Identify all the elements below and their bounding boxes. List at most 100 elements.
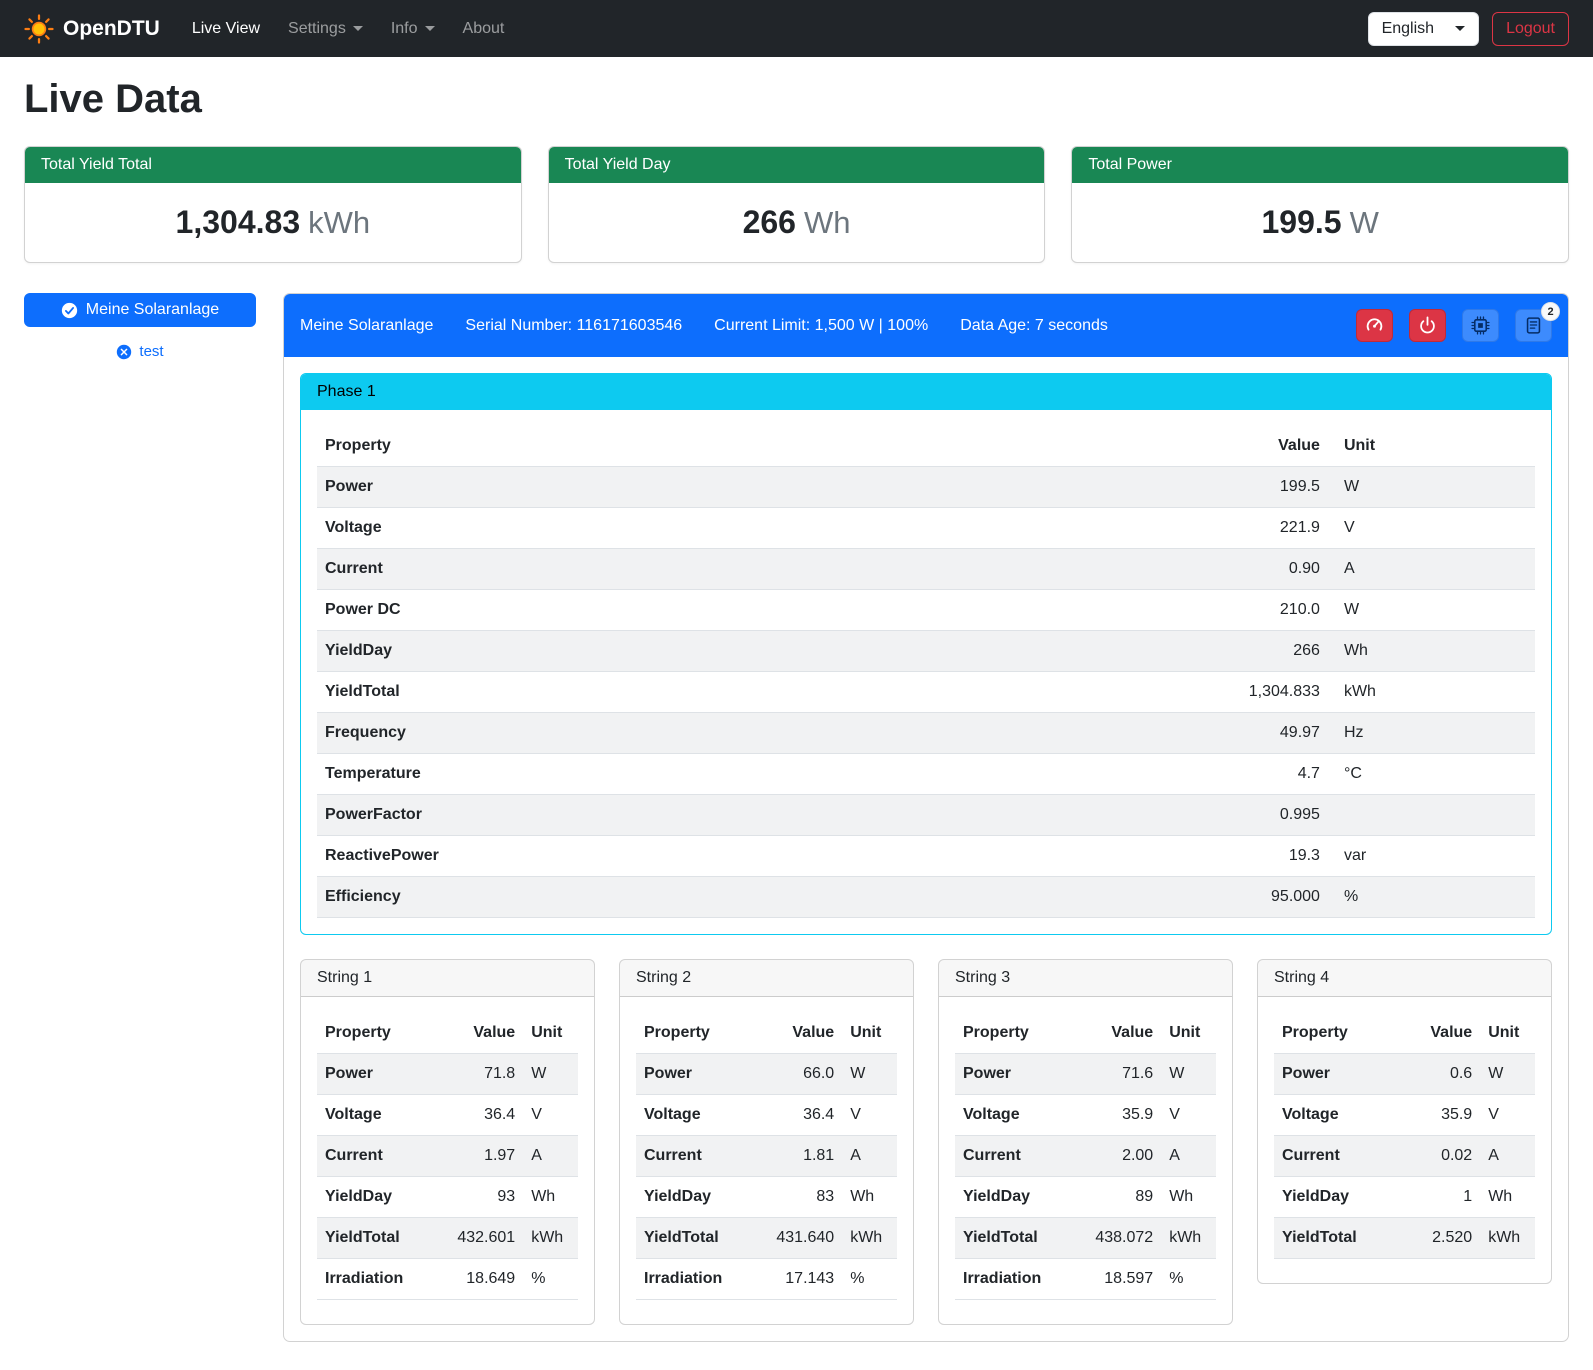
power-toggle-button[interactable] — [1409, 309, 1446, 342]
language-select[interactable]: English — [1368, 12, 1479, 46]
string-card-title: String 2 — [620, 960, 913, 997]
speedometer-icon — [1365, 316, 1384, 335]
test-link[interactable]: test — [24, 343, 256, 360]
phase-card-body: Property Value Unit Power 199.5 — [301, 410, 1551, 934]
value-cell: 1,304.833 — [658, 672, 1328, 713]
table-row: Current 1.81 A — [636, 1136, 897, 1177]
summary-value: 1,304.83 — [176, 204, 301, 240]
table-header-row: Property Value Unit — [317, 1013, 578, 1054]
table-header-row: Property Value Unit — [1274, 1013, 1535, 1054]
summary-card: Total Yield Day 266Wh — [548, 146, 1046, 263]
table-row: Frequency 49.97 Hz — [317, 713, 1535, 754]
summary-unit: kWh — [308, 205, 370, 240]
table-row: YieldDay 89 Wh — [955, 1177, 1216, 1218]
string-table: Property Value Unit Power — [317, 1013, 578, 1300]
value-cell: 71.8 — [440, 1054, 524, 1095]
unit-cell: V — [1328, 508, 1535, 549]
property-cell: YieldDay — [317, 631, 658, 672]
string-card-title: String 4 — [1258, 960, 1551, 997]
value-cell: 2.00 — [1078, 1136, 1162, 1177]
unit-cell: kWh — [523, 1218, 578, 1259]
property-cell: Irradiation — [317, 1259, 440, 1300]
property-cell: PowerFactor — [317, 795, 658, 836]
test-link-label: test — [139, 343, 163, 360]
property-cell: Power — [1274, 1054, 1397, 1095]
limit-settings-button[interactable] — [1356, 309, 1393, 342]
phase-card-title: Phase 1 — [301, 374, 1551, 410]
nav-settings[interactable]: Settings — [274, 12, 377, 46]
nav-info[interactable]: Info — [377, 12, 449, 46]
value-cell: 210.0 — [658, 590, 1328, 631]
table-row: Voltage 221.9 V — [317, 508, 1535, 549]
property-header: Property — [955, 1013, 1078, 1054]
table-row: Power 71.6 W — [955, 1054, 1216, 1095]
property-cell: Voltage — [317, 1095, 440, 1136]
nav-right: English Logout — [1368, 12, 1569, 46]
table-row: PowerFactor 0.995 — [317, 795, 1535, 836]
nav-info-label: Info — [391, 20, 418, 38]
table-row: Power 66.0 W — [636, 1054, 897, 1095]
nav-about[interactable]: About — [449, 12, 519, 46]
x-circle-icon — [116, 344, 132, 360]
table-row: Current 2.00 A — [955, 1136, 1216, 1177]
string-table: Property Value Unit Power — [1274, 1013, 1535, 1259]
value-cell: 71.6 — [1078, 1054, 1162, 1095]
property-cell: Current — [1274, 1136, 1397, 1177]
summary-value: 199.5 — [1262, 204, 1342, 240]
logout-button[interactable]: Logout — [1492, 12, 1569, 46]
unit-cell: A — [1161, 1136, 1216, 1177]
property-cell: Voltage — [636, 1095, 759, 1136]
unit-cell: % — [842, 1259, 897, 1300]
value-header: Value — [759, 1013, 843, 1054]
summary-value: 266 — [743, 204, 796, 240]
table-row: Voltage 36.4 V — [636, 1095, 897, 1136]
table-row: Irradiation 17.143 % — [636, 1259, 897, 1300]
unit-cell: kWh — [1328, 672, 1535, 713]
inverter-serial: Serial Number: 116171603546 — [465, 317, 682, 335]
property-cell: YieldDay — [955, 1177, 1078, 1218]
table-header-row: Property Value Unit — [636, 1013, 897, 1054]
chevron-down-icon — [353, 26, 363, 31]
unit-cell: W — [1328, 467, 1535, 508]
unit-cell: var — [1328, 836, 1535, 877]
table-header-row: Property Value Unit — [955, 1013, 1216, 1054]
unit-cell: W — [1480, 1054, 1535, 1095]
sun-logo-icon — [24, 14, 54, 44]
property-header: Property — [1274, 1013, 1397, 1054]
value-cell: 4.7 — [658, 754, 1328, 795]
value-cell: 66.0 — [759, 1054, 843, 1095]
unit-cell: Wh — [523, 1177, 578, 1218]
table-row: Irradiation 18.597 % — [955, 1259, 1216, 1300]
property-cell: Power — [317, 1054, 440, 1095]
inverter-current-limit: Current Limit: 1,500 W | 100% — [714, 317, 928, 335]
inverter-actions: 2 — [1356, 309, 1552, 342]
summary-card-title: Total Yield Total — [25, 147, 521, 183]
unit-cell: A — [523, 1136, 578, 1177]
value-cell: 2.520 — [1397, 1218, 1481, 1259]
nav-live-view[interactable]: Live View — [178, 12, 274, 46]
top-navbar: OpenDTU Live View Settings Info About En… — [0, 0, 1593, 57]
unit-cell: V — [1480, 1095, 1535, 1136]
unit-cell: A — [1328, 549, 1535, 590]
string-card-body: Property Value Unit Power — [620, 997, 913, 1324]
nav-settings-label: Settings — [288, 20, 346, 38]
language-select-value: English — [1382, 20, 1434, 38]
unit-cell: % — [1328, 877, 1535, 918]
unit-cell: W — [1328, 590, 1535, 631]
unit-cell: % — [1161, 1259, 1216, 1300]
inverter-info-button[interactable] — [1462, 309, 1499, 342]
table-row: Power 199.5 W — [317, 467, 1535, 508]
chevron-down-icon — [1455, 26, 1465, 31]
strings-row: String 1 Property Value Unit — [300, 959, 1552, 1325]
inverter-select-label: Meine Solaranlage — [86, 301, 219, 319]
inverter-name: Meine Solaranlage — [300, 317, 433, 335]
value-cell: 438.072 — [1078, 1218, 1162, 1259]
check-circle-icon — [61, 302, 78, 319]
inverter-card-body: Phase 1 Property Value Unit — [284, 357, 1568, 1341]
property-cell: YieldTotal — [317, 1218, 440, 1259]
event-log-button[interactable]: 2 — [1515, 309, 1552, 342]
app-brand[interactable]: OpenDTU — [24, 14, 160, 44]
summary-card-title: Total Power — [1072, 147, 1568, 183]
value-cell: 0.90 — [658, 549, 1328, 590]
inverter-select-button[interactable]: Meine Solaranlage — [24, 293, 256, 327]
